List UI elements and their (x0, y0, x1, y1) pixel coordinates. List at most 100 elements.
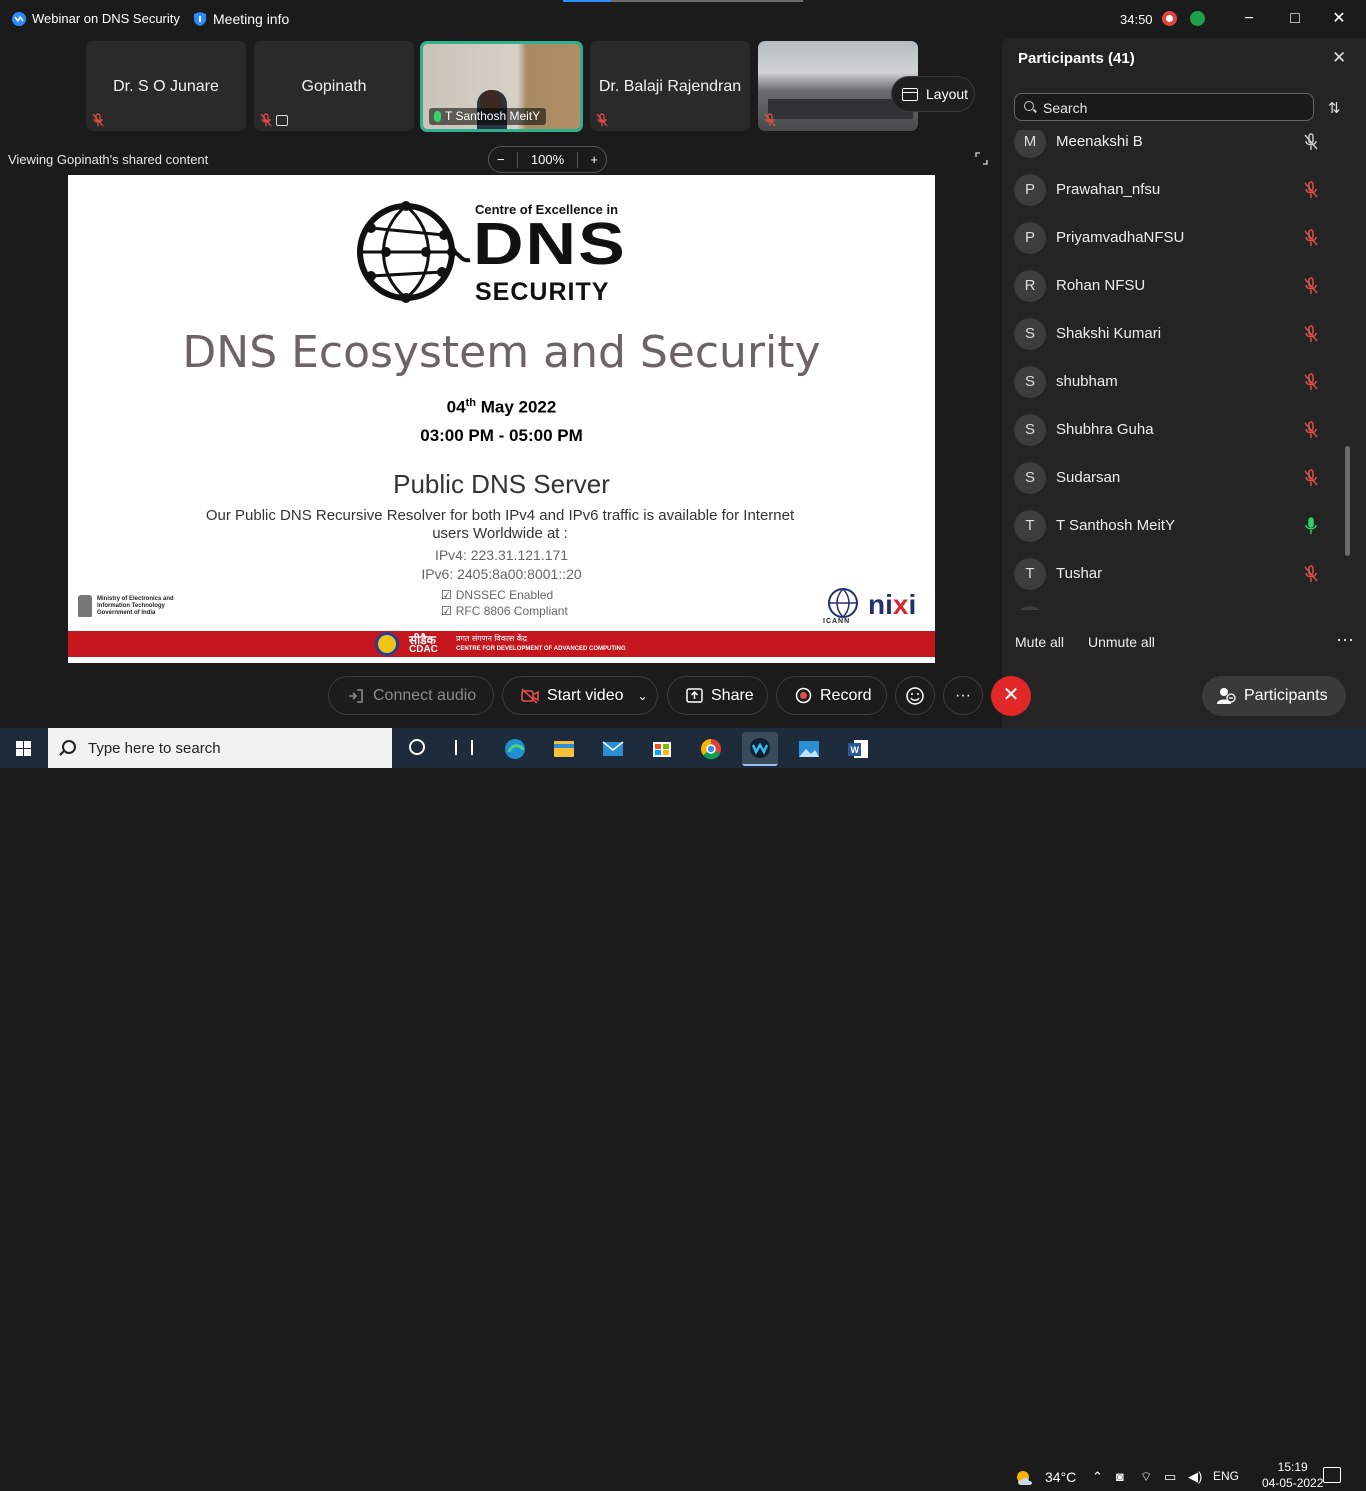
notification-icon[interactable] (1323, 1467, 1341, 1483)
participants-button[interactable]: Participants (1202, 676, 1346, 716)
share-label: Share (711, 686, 754, 704)
date-rest: May 2022 (475, 397, 557, 417)
reactions-button[interactable] (895, 676, 935, 715)
chrome-icon[interactable] (693, 732, 729, 766)
participant-row[interactable]: S Sudarsan (1014, 454, 1334, 502)
nixi-part: i (908, 589, 917, 620)
more-button[interactable]: ··· (943, 676, 983, 715)
clock-time: 15:19 (1277, 1460, 1308, 1474)
slide-date: 04th May 2022 (68, 397, 935, 418)
start-video-button[interactable]: Start video ⌄ (502, 676, 658, 715)
nixi-part: ni (868, 589, 893, 620)
participant-thumbnail[interactable]: Dr. S O Junare (86, 41, 246, 131)
photos-icon[interactable] (791, 732, 827, 766)
participant-row[interactable]: T Tushar (1014, 550, 1334, 598)
participant-name: Tushar (1056, 565, 1103, 582)
avatar: T (1014, 558, 1046, 590)
mail-icon[interactable] (595, 732, 631, 766)
wifi-icon[interactable]: ⌔ (1140, 1469, 1152, 1485)
participant-row[interactable]: UUpendra NFSU (1014, 598, 1334, 610)
zoom-out-button[interactable]: − (497, 152, 505, 167)
zoom-level[interactable]: 100% (531, 152, 564, 167)
mic-muted-icon[interactable] (1304, 373, 1318, 391)
participant-thumbnail[interactable]: Dr. Balaji Rajendran (590, 41, 750, 131)
participant-name: Meenakshi B (1056, 133, 1143, 150)
participant-row[interactable]: P PriyamvadhaNFSU (1014, 214, 1334, 262)
weather-icon[interactable] (1014, 1469, 1036, 1490)
system-clock[interactable]: 15:19 04-05-2022 (1262, 1459, 1323, 1491)
word-icon[interactable]: W (840, 732, 876, 766)
expand-icon[interactable] (975, 152, 988, 165)
store-icon[interactable] (644, 732, 680, 766)
file-explorer-icon[interactable] (546, 732, 582, 766)
participant-list-scrollbar[interactable] (1345, 446, 1350, 556)
battery-icon[interactable]: ▭ (1164, 1469, 1176, 1485)
mic-on-icon[interactable] (1304, 517, 1318, 535)
minimize-button[interactable]: − (1238, 8, 1260, 30)
mic-muted-icon[interactable] (1304, 469, 1318, 487)
participant-name: Sudarsan (1056, 469, 1121, 486)
mic-muted-icon[interactable] (1304, 325, 1318, 343)
mute-all-button[interactable]: Mute all (1015, 634, 1064, 650)
participant-row[interactable]: S Shubhra Guha (1014, 406, 1334, 454)
zoom-in-button[interactable]: + (590, 152, 598, 167)
mic-muted-icon[interactable] (1304, 181, 1318, 199)
close-panel-button[interactable]: ✕ (1332, 48, 1346, 68)
active-speaker-thumbnail[interactable]: T Santhosh MeitY (420, 41, 583, 132)
close-window-button[interactable]: ✕ (1328, 8, 1350, 30)
avatar: P (1014, 222, 1046, 254)
participants-label: Participants (1244, 687, 1328, 704)
task-view-icon[interactable] (455, 740, 473, 755)
mic-muted-icon[interactable] (1304, 229, 1318, 247)
language-indicator[interactable]: ENG (1213, 1469, 1239, 1483)
end-call-button[interactable]: ✕ (991, 676, 1031, 716)
shield-icon[interactable] (193, 11, 207, 27)
weather-temperature[interactable]: 34°C (1045, 1469, 1076, 1485)
participant-row[interactable]: Sshubham (1014, 358, 1334, 406)
webex-icon[interactable] (742, 732, 778, 766)
participant-row[interactable]: P Prawahan_nfsu (1014, 166, 1334, 214)
volume-icon[interactable]: ◀) (1188, 1469, 1202, 1485)
participant-thumbnail[interactable]: Gopinath (254, 41, 414, 131)
more-options-button[interactable]: ··· (1336, 629, 1354, 650)
meity-text: Ministry of Electronics and Information … (97, 596, 174, 617)
title-bar: Webinar on DNS Security Meeting info 34:… (0, 0, 1366, 38)
participant-name: T Santhosh MeitY (1056, 517, 1175, 534)
connect-audio-button[interactable]: Connect audio (328, 676, 494, 715)
maximize-button[interactable]: □ (1284, 8, 1306, 30)
participant-row[interactable]: T T Santhosh MeitY (1014, 502, 1334, 550)
participant-search-input[interactable] (1043, 98, 1303, 118)
participant-name: Prawahan_nfsu (1056, 181, 1161, 198)
viewing-shared-content-label: Viewing Gopinath's shared content (8, 152, 209, 167)
meet-now-icon[interactable]: ◙ (1116, 1469, 1124, 1484)
cdac-full-hindi: प्रगत संगणन विकास केंद्र (456, 634, 527, 643)
record-button[interactable]: Record (776, 676, 887, 715)
mic-muted-icon[interactable] (1304, 565, 1318, 583)
participant-row[interactable]: S Shakshi Kumari (1014, 310, 1334, 358)
emblem-icon (78, 595, 92, 617)
mic-muted-icon (260, 113, 272, 127)
chevron-up-icon[interactable]: ⌃ (1092, 1469, 1103, 1485)
chevron-down-icon[interactable]: ⌄ (637, 689, 647, 703)
layout-button[interactable]: Layout (891, 76, 975, 112)
participant-row[interactable]: R Rohan NFSU (1014, 262, 1334, 310)
audio-muted-icon[interactable] (1304, 133, 1318, 151)
mic-muted-icon[interactable] (1304, 277, 1318, 295)
taskbar-search[interactable]: Type here to search (48, 728, 392, 768)
zoom-logo-icon (12, 12, 26, 26)
shared-slide: Centre of Excellence in DNS SECURITY DNS… (68, 175, 935, 663)
windows-start-icon[interactable] (0, 728, 48, 768)
participant-list: M Meenakshi B P Prawahan_nfsu P PriyamvadhaNF… (1002, 130, 1366, 610)
meity-line: Information Technology (97, 603, 165, 609)
sort-icon[interactable]: ⇅ (1328, 99, 1341, 117)
participant-row[interactable]: M Meenakshi B (1014, 130, 1334, 166)
edge-icon[interactable] (497, 732, 533, 766)
slide-time: 03:00 PM - 05:00 PM (420, 426, 583, 445)
meeting-info-link[interactable]: Meeting info (213, 11, 289, 27)
mic-muted-icon[interactable] (1304, 421, 1318, 439)
encryption-shield-icon[interactable] (1190, 11, 1205, 26)
cortana-icon[interactable] (409, 739, 425, 755)
participant-search[interactable] (1014, 93, 1314, 121)
share-button[interactable]: Share (667, 676, 768, 715)
unmute-all-button[interactable]: Unmute all (1088, 634, 1155, 650)
